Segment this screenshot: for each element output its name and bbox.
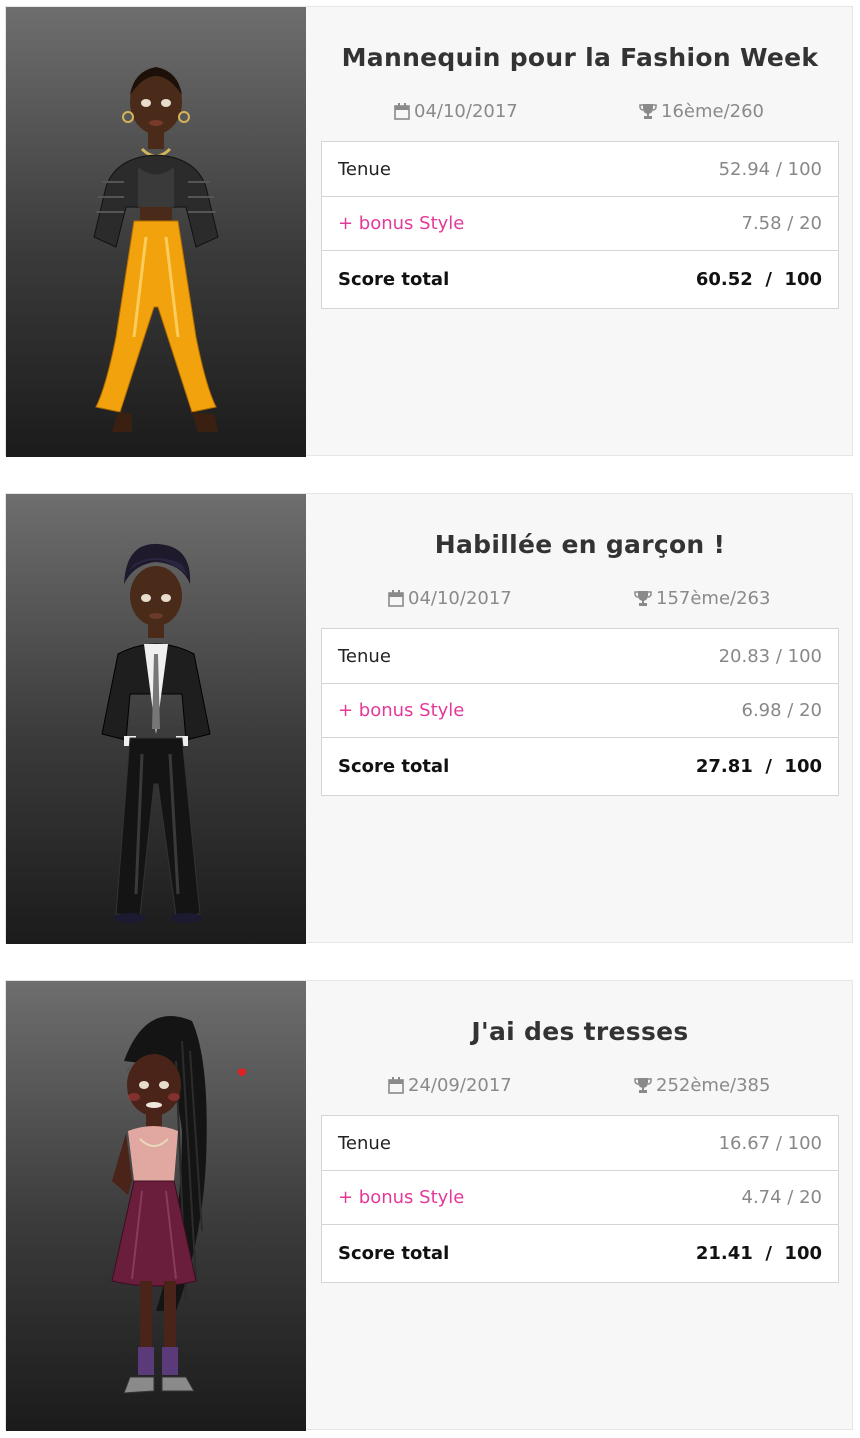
bonus-label: + bonus Style [338, 700, 465, 721]
date-text: 24/09/2017 [408, 1075, 512, 1096]
score-table: Tenue 52.94 / 100 + bonus Style 7.58 / 2… [321, 141, 839, 309]
contest-date: 24/09/2017 [388, 1075, 512, 1096]
total-label: Score total [338, 269, 450, 290]
score-row-outfit: Tenue 20.83 / 100 [322, 629, 838, 683]
total-score: 60.52 / 100 [695, 269, 822, 290]
contest-rank: 16ème/260 [639, 101, 764, 122]
score-row-bonus: + bonus Style 6.98 / 20 [322, 683, 838, 737]
bonus-score: 4.74 / 20 [741, 1187, 823, 1208]
outfit-label: Tenue [338, 1132, 391, 1154]
bonus-score: 6.98 / 20 [741, 700, 823, 721]
score-row-outfit: Tenue 16.67 / 100 [322, 1116, 838, 1170]
contest-info: Mannequin pour la Fashion Week 04/10/201… [306, 7, 854, 457]
contest-rank: 157ème/263 [634, 588, 770, 609]
rank-text: 16ème/260 [661, 101, 765, 122]
bonus-score: 7.58 / 20 [741, 213, 823, 234]
trophy-icon [634, 1078, 652, 1093]
score-row-bonus: + bonus Style 7.58 / 20 [322, 196, 838, 250]
outfit-label: Tenue [338, 645, 391, 667]
outfit-label: Tenue [338, 158, 391, 180]
score-table: Tenue 16.67 / 100 + bonus Style 4.74 / 2… [321, 1115, 839, 1283]
score-row-total: Score total 60.52 / 100 [322, 250, 838, 308]
contest-title[interactable]: Habillée en garçon ! [306, 530, 854, 559]
outfit-score: 20.83 / 100 [718, 645, 822, 667]
score-row-outfit: Tenue 52.94 / 100 [322, 142, 838, 196]
trophy-icon [634, 591, 652, 606]
date-text: 04/10/2017 [414, 101, 518, 122]
calendar-icon [388, 590, 404, 607]
bonus-label: + bonus Style [338, 213, 465, 234]
contest-info: Habillée en garçon ! 04/10/2017 157ème/2… [306, 494, 854, 944]
score-row-total: Score total 27.81 / 100 [322, 737, 838, 795]
calendar-icon [394, 103, 410, 120]
contest-info: J'ai des tresses 24/09/2017 252ème/385 T… [306, 981, 854, 1431]
score-row-bonus: + bonus Style 4.74 / 20 [322, 1170, 838, 1224]
contest-card: Mannequin pour la Fashion Week 04/10/201… [5, 6, 854, 457]
avatar-image[interactable] [6, 981, 306, 1431]
trophy-icon [639, 104, 657, 119]
rank-text: 252ème/385 [656, 1075, 771, 1096]
outfit-score: 16.67 / 100 [718, 1132, 822, 1154]
contest-rank: 252ème/385 [634, 1075, 770, 1096]
contest-card: Habillée en garçon ! 04/10/2017 157ème/2… [5, 493, 854, 944]
calendar-icon [388, 1077, 404, 1094]
contest-date: 04/10/2017 [388, 588, 512, 609]
date-text: 04/10/2017 [408, 588, 512, 609]
contest-date: 04/10/2017 [394, 101, 518, 122]
score-row-total: Score total 21.41 / 100 [322, 1224, 838, 1282]
avatar-image[interactable] [6, 494, 306, 944]
avatar-image[interactable] [6, 7, 306, 457]
total-score: 21.41 / 100 [695, 1243, 822, 1264]
contest-title[interactable]: J'ai des tresses [306, 1017, 854, 1046]
rank-text: 157ème/263 [656, 588, 771, 609]
total-label: Score total [338, 756, 450, 777]
outfit-score: 52.94 / 100 [718, 158, 822, 180]
contest-title[interactable]: Mannequin pour la Fashion Week [306, 43, 854, 72]
contest-card: J'ai des tresses 24/09/2017 252ème/385 T… [5, 980, 854, 1431]
total-score: 27.81 / 100 [695, 756, 822, 777]
total-label: Score total [338, 1243, 450, 1264]
score-table: Tenue 20.83 / 100 + bonus Style 6.98 / 2… [321, 628, 839, 796]
bonus-label: + bonus Style [338, 1187, 465, 1208]
